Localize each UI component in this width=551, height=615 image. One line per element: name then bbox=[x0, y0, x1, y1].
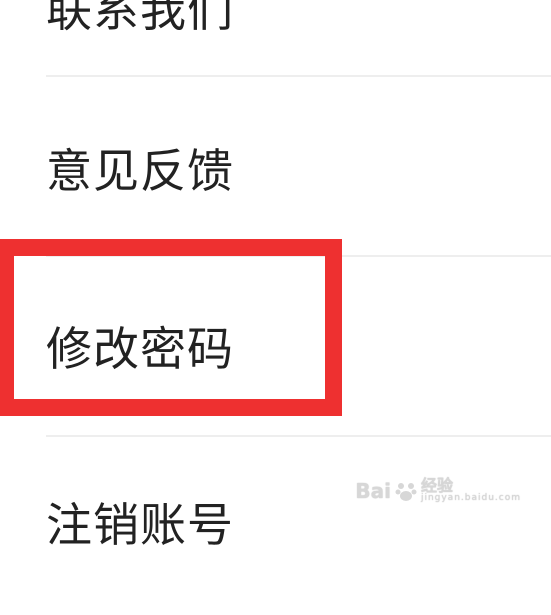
menu-item-label: 意见反馈 bbox=[46, 144, 234, 198]
highlight-annotation-box bbox=[0, 239, 342, 416]
baidu-jingyan-watermark: Bai 经验 jingyan.baidu.com bbox=[355, 478, 521, 503]
watermark-suffix: 经验 bbox=[420, 476, 453, 495]
paw-icon bbox=[395, 482, 417, 501]
watermark-subtext: jingyan.baidu.com bbox=[420, 493, 521, 503]
menu-item-feedback[interactable]: 意见反馈 bbox=[0, 77, 551, 255]
menu-item-label: 注销账号 bbox=[46, 498, 234, 552]
menu-item-delete-account[interactable]: 注销账号 bbox=[0, 437, 551, 615]
watermark-brand: Bai bbox=[355, 478, 391, 503]
menu-item-label: 联系我们 bbox=[46, 0, 234, 37]
settings-menu: 联系我们 意见反馈 修改密码 注销账号 Bai 经验 jingyan.baidu… bbox=[0, 0, 551, 552]
watermark-jingyan: 经验 jingyan.baidu.com bbox=[421, 478, 521, 503]
